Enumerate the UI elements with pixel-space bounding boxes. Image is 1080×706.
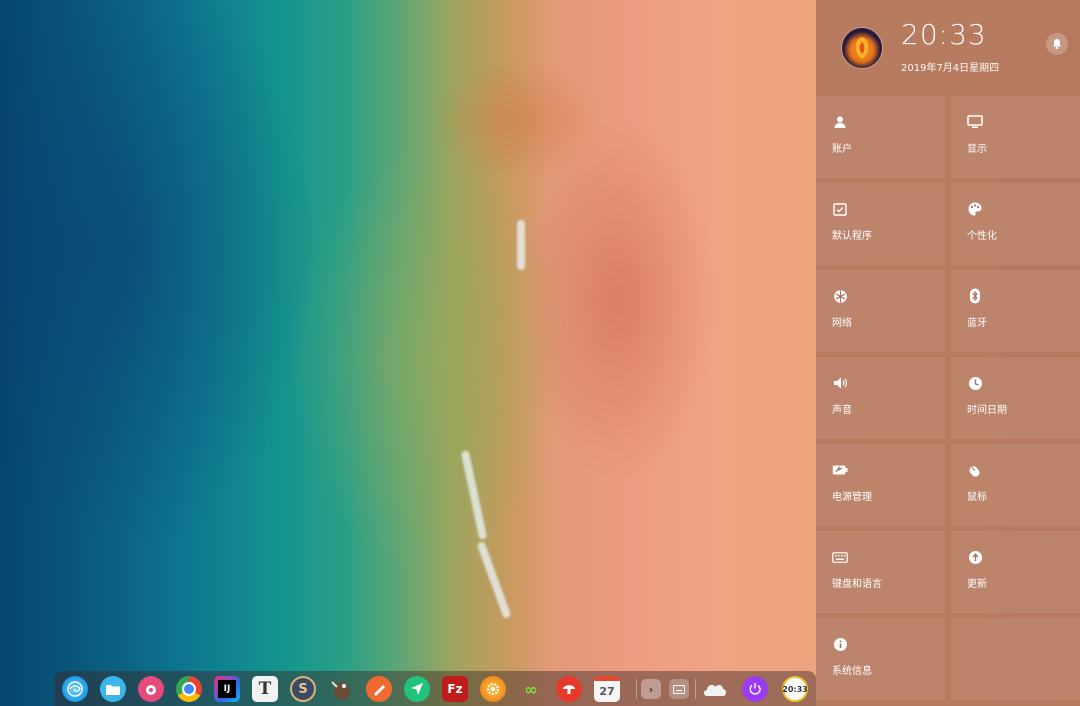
mouse-icon [967,462,983,478]
tile-label: 显示 [967,144,987,155]
infinity-app-icon[interactable]: ∞ [518,676,544,702]
dock-separator [695,679,696,699]
dock-clock-icon[interactable]: 20:33 [782,676,808,702]
tile-label: 默认程序 [832,231,872,242]
keyboard-icon [832,549,848,565]
tile-datetime[interactable]: 时间日期 [951,357,1080,439]
tile-power[interactable]: 电源管理 [816,444,945,526]
s-app-icon[interactable]: S [290,676,316,702]
calendar-icon[interactable]: 27 [594,676,620,702]
tile-empty [951,618,1080,700]
battery-icon [832,462,848,478]
calendar-day: 27 [599,685,615,698]
tile-bluetooth[interactable]: 蓝牙 [951,270,1080,352]
power-icon[interactable] [742,676,768,702]
file-manager-icon[interactable] [100,676,126,702]
dock-expand-icon[interactable]: › [641,679,661,699]
tile-label: 鼠标 [967,492,987,503]
update-icon [967,549,983,565]
settings-gear-icon[interactable] [480,676,506,702]
tile-display[interactable]: 显示 [951,96,1080,178]
control-center-header: 20:33 2019年7月4日星期四 [816,0,1080,96]
chrome-icon[interactable] [176,676,202,702]
tile-label: 网络 [832,318,852,329]
tile-label: 声音 [832,405,852,416]
clock-time: 20:33 [901,18,987,51]
send-app-icon[interactable] [404,676,430,702]
tile-default-apps[interactable]: 默认程序 [816,183,945,265]
dock-separator [636,679,637,699]
control-center-panel: 20:33 2019年7月4日星期四 账户 显示 默认程序 个性化 网络 蓝牙 … [816,0,1080,706]
tile-mouse[interactable]: 鼠标 [951,444,1080,526]
mushroom-app-icon[interactable] [556,676,582,702]
default-apps-icon [832,201,848,217]
font-viewer-icon[interactable]: T [252,676,278,702]
weather-cloud-icon[interactable] [702,676,728,702]
monitor-icon [967,114,983,130]
music-app-icon[interactable] [138,676,164,702]
bluetooth-icon [967,288,983,304]
notification-button[interactable] [1046,33,1068,55]
tile-label: 个性化 [967,231,997,242]
speaker-icon [832,375,848,391]
clock-icon [967,375,983,391]
tile-personalization[interactable]: 个性化 [951,183,1080,265]
dock: IJ T S Fz ∞ 27 › 20:33 [54,671,816,706]
tile-label: 系统信息 [832,666,872,677]
tile-label: 蓝牙 [967,318,987,329]
network-icon [832,288,848,304]
palette-icon [967,201,983,217]
wave-foam [517,220,525,270]
tile-label: 账户 [832,144,852,155]
clock-date: 2019年7月4日星期四 [901,63,1000,74]
tile-keyboard[interactable]: 键盘和语言 [816,531,945,613]
tile-label: 更新 [967,579,987,590]
desktop: 20:33 2019年7月4日星期四 账户 显示 默认程序 个性化 网络 蓝牙 … [0,0,1080,706]
deepin-launcher-icon[interactable] [62,676,88,702]
user-avatar[interactable] [842,28,882,68]
lion-icon [855,37,869,59]
tile-sysinfo[interactable]: 系统信息 [816,618,945,700]
user-icon [832,114,848,130]
info-icon [832,636,848,652]
tile-label: 电源管理 [832,492,872,503]
draw-app-icon[interactable] [366,676,392,702]
bell-icon [1053,39,1061,50]
intellij-icon[interactable]: IJ [214,676,240,702]
keyboard-tray-icon[interactable] [669,679,689,699]
tile-label: 时间日期 [967,405,1007,416]
tile-sound[interactable]: 声音 [816,357,945,439]
dock-clock-text: 20:33 [782,684,808,694]
tile-update[interactable]: 更新 [951,531,1080,613]
tile-network[interactable]: 网络 [816,270,945,352]
filezilla-icon[interactable]: Fz [442,676,468,702]
tile-label: 键盘和语言 [832,579,882,590]
gimp-icon[interactable] [328,676,354,702]
tile-accounts[interactable]: 账户 [816,96,945,178]
